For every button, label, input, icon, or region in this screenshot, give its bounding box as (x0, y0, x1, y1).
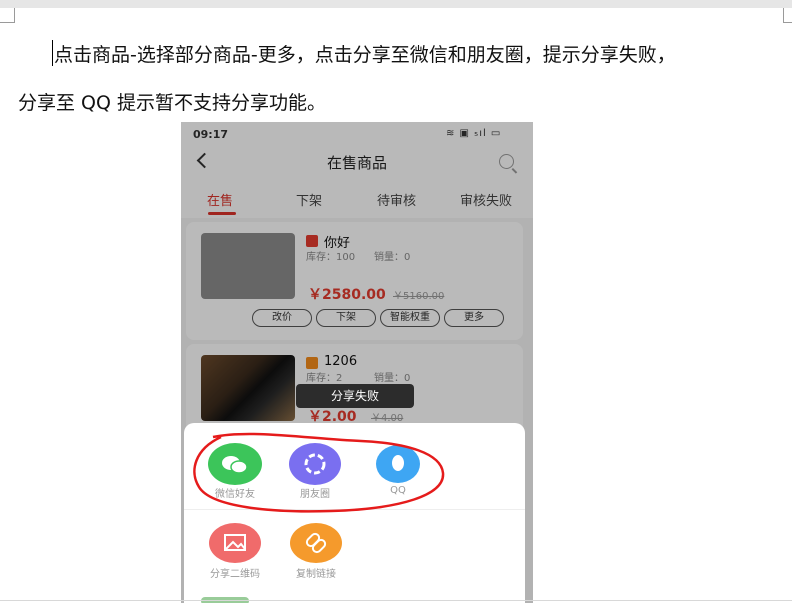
link-icon[interactable] (290, 523, 342, 563)
link-glyph (305, 532, 327, 554)
toast-message: 分享失败 (296, 384, 414, 408)
share-label-copy-link: 复制链接 (296, 569, 336, 580)
top-bar (0, 0, 792, 8)
red-annotation-circle (193, 432, 445, 513)
document-paragraph-line-1: 点击商品-选择部分商品-更多，点击分享至微信和朋友圈，提示分享失败， (54, 44, 676, 66)
image-glyph (224, 534, 246, 551)
page-corner-mark-left (0, 8, 15, 23)
qrcode-image-icon[interactable] (209, 523, 261, 563)
text-cursor (52, 40, 53, 66)
phone-screenshot: 09:17 ≋ ▣ ₅ıl ▭ 在售商品 在售 下架 待审核 审核失败 你好 库… (181, 122, 533, 603)
page-bottom-edge (0, 600, 792, 601)
page-corner-mark-right (783, 8, 792, 23)
document-paragraph-line-2: 分享至 QQ 提示暂不支持分享功能。 (18, 92, 326, 114)
share-label-qrcode: 分享二维码 (210, 569, 260, 580)
